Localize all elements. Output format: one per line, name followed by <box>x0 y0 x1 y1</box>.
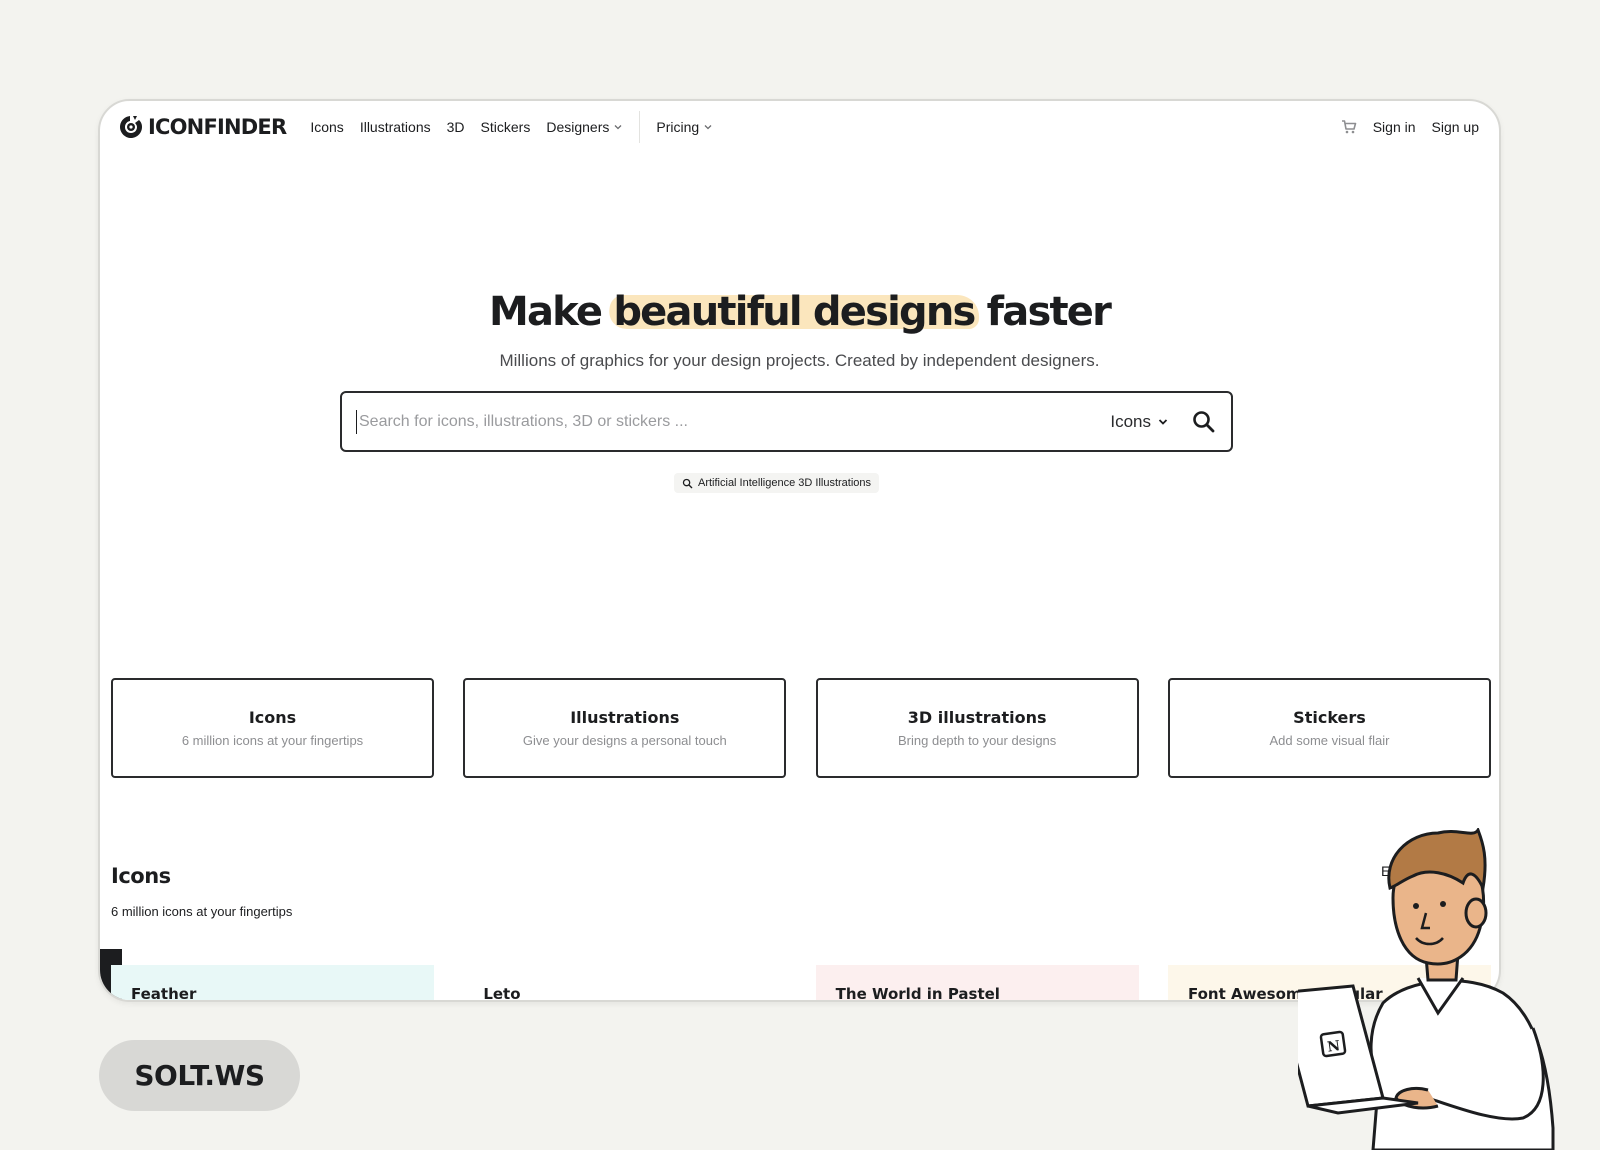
icon-set-card[interactable]: Feather <box>111 965 434 1002</box>
search-icon <box>682 478 693 488</box>
hero-title-highlight-wrap: beautiful designs <box>606 289 983 335</box>
hero-title-after: faster <box>974 289 1112 335</box>
card-title: 3D illustrations <box>907 708 1047 727</box>
card-subtitle: Add some visual flair <box>1269 733 1390 748</box>
nav-right: Sign in Sign up <box>1341 119 1479 135</box>
logo-text: ICONFINDER <box>148 115 287 139</box>
nav-icons[interactable]: Icons <box>302 119 351 135</box>
icon-set-cards: Feather Leto The World in Pastel Font Aw… <box>111 965 1491 1002</box>
section-subtitle: 6 million icons at your fingertips <box>111 904 293 919</box>
icon-set-card[interactable]: The World in Pastel <box>815 965 1139 1002</box>
category-card-icons[interactable]: Icons 6 million icons at your fingertips <box>111 678 434 778</box>
nav-designers-label: Designers <box>546 119 610 135</box>
hero-title: Make beautiful designs faster <box>100 289 1499 335</box>
hero-subtitle: Millions of graphics for your design pro… <box>499 351 1100 370</box>
category-card-illustrations[interactable]: Illustrations Give your designs a person… <box>463 678 787 778</box>
chevron-down-icon <box>704 125 712 130</box>
search-type-label: Icons <box>1110 411 1151 431</box>
category-card-3d[interactable]: 3D illustrations Bring depth to your des… <box>815 678 1139 778</box>
suggestion-label: Artificial Intelligence 3D Illustrations <box>698 477 872 489</box>
hero-title-before: Make <box>488 289 614 335</box>
card-title: Stickers <box>1293 708 1366 727</box>
nav-stickers[interactable]: Stickers <box>473 119 539 135</box>
card-title: Illustrations <box>570 708 680 727</box>
solt-badge: SOLT.WS <box>99 1040 300 1111</box>
logo[interactable]: ICONFINDER <box>118 114 287 140</box>
search-bar: Icons <box>340 391 1233 452</box>
icon-set-card[interactable]: Leto <box>463 965 787 1002</box>
top-nav: ICONFINDER Icons Illustrations 3D Sticke… <box>100 101 1499 153</box>
chevron-down-icon <box>614 125 622 130</box>
nav-pricing-label: Pricing <box>656 119 700 135</box>
cart-icon[interactable] <box>1341 119 1357 135</box>
notion-logo-icon: N <box>1326 1038 1341 1056</box>
category-cards: Icons 6 million icons at your fingertips… <box>111 678 1491 778</box>
icon-set-name: Leto <box>483 985 521 1002</box>
nav-pricing[interactable]: Pricing <box>648 119 721 135</box>
nav-links: Icons Illustrations 3D Stickers Designer… <box>302 111 721 143</box>
category-card-stickers[interactable]: Stickers Add some visual flair <box>1167 678 1491 778</box>
card-title: Icons <box>248 708 297 727</box>
icon-set-name: The World in Pastel <box>835 985 1000 1002</box>
nav-3d[interactable]: 3D <box>439 119 473 135</box>
search-type-select[interactable]: Icons <box>1110 412 1169 432</box>
section-title: Icons <box>111 864 171 888</box>
icon-set-name: Feather <box>131 985 197 1002</box>
browser-frame: ICONFINDER Icons Illustrations 3D Sticke… <box>98 99 1501 1002</box>
hero-title-highlight: beautiful designs <box>613 289 976 335</box>
sign-up-link[interactable]: Sign up <box>1432 119 1479 135</box>
nav-designers[interactable]: Designers <box>538 119 631 135</box>
card-subtitle: Bring depth to your designs <box>898 733 1057 748</box>
iconfinder-logo-icon <box>120 116 142 138</box>
chevron-down-icon <box>1158 418 1168 425</box>
nav-illustrations[interactable]: Illustrations <box>352 119 439 135</box>
card-subtitle: 6 million icons at your fingertips <box>181 733 364 748</box>
search-suggestion[interactable]: Artificial Intelligence 3D Illustrations <box>674 473 880 493</box>
nav-divider <box>639 111 641 143</box>
card-subtitle: Give your designs a personal touch <box>522 733 727 748</box>
search-icon[interactable] <box>1191 409 1217 435</box>
person-with-laptop-illustration: N <box>1298 828 1555 1150</box>
search-input[interactable] <box>356 409 1111 434</box>
sign-in-link[interactable]: Sign in <box>1373 119 1416 135</box>
